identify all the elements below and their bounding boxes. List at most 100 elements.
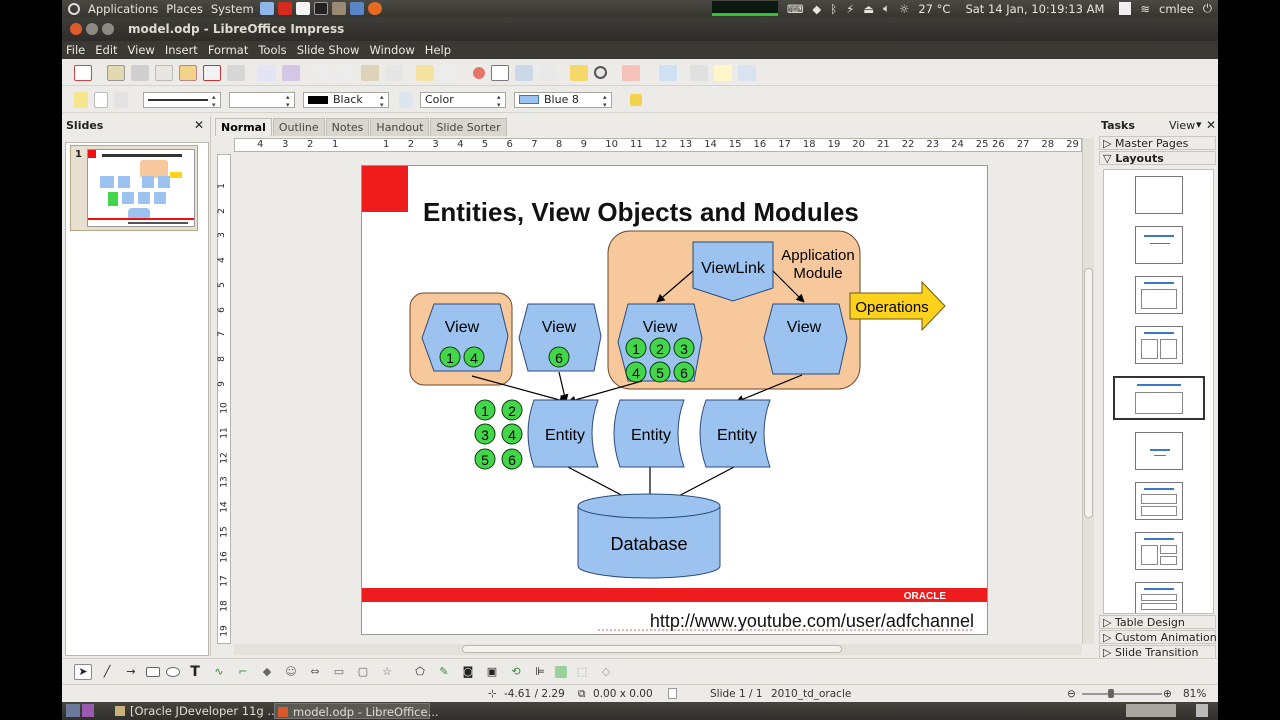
section-custom-animation[interactable]: ▷ Custom Animation [1099, 630, 1217, 644]
symbol-shapes-icon[interactable]: ☺ [282, 664, 300, 680]
operations-label[interactable]: Operations [855, 299, 928, 316]
section-layouts[interactable]: ▽ Layouts [1099, 151, 1216, 165]
entity-3-label[interactable]: Entity [717, 427, 757, 444]
view-4-shape[interactable] [763, 303, 848, 375]
text-tool-icon[interactable]: T [186, 664, 204, 680]
layout-title-content-2[interactable] [1134, 532, 1183, 570]
tab-normal[interactable]: Normal [215, 118, 272, 136]
wifi-icon[interactable]: ≋ [1140, 2, 1150, 16]
arrow-style-icon[interactable] [114, 91, 128, 108]
zoom-in-icon[interactable]: ⊕ [1163, 688, 1172, 700]
terminal-launcher-icon[interactable] [313, 2, 328, 15]
tasks-view-menu[interactable]: View [1169, 119, 1195, 132]
menu-tools[interactable]: Tools [258, 43, 286, 57]
viewlink-label[interactable]: ViewLink [701, 260, 766, 277]
select-pointer-icon[interactable]: ➤ [74, 663, 92, 680]
minimize-window-icon[interactable] [86, 23, 98, 35]
database-label[interactable]: Database [610, 534, 687, 554]
rectangle-tool-icon[interactable] [146, 666, 160, 677]
trash-icon[interactable] [1196, 704, 1208, 717]
show-desktop-icon[interactable] [66, 704, 80, 717]
application-module-label-2[interactable]: Module [793, 265, 842, 282]
section-table-design[interactable]: ▷ Table Design [1099, 615, 1216, 629]
gimp-launcher-icon[interactable] [331, 2, 346, 15]
menu-slide-show[interactable]: Slide Show [297, 43, 360, 57]
copy-icon[interactable] [337, 64, 355, 81]
box-launcher-icon[interactable] [259, 2, 274, 15]
line-width-select[interactable] [229, 91, 295, 109]
view-4-label[interactable]: View [787, 319, 822, 336]
save-icon[interactable] [131, 64, 149, 81]
user-menu[interactable]: cmlee [1159, 2, 1194, 16]
display-views-icon[interactable] [738, 64, 756, 81]
line-color-select[interactable]: Black [303, 91, 389, 109]
workspace-icon[interactable] [82, 704, 94, 717]
line-style-select[interactable] [143, 91, 221, 109]
dropbox-icon[interactable]: ◆ [812, 2, 821, 16]
ubuntu-logo-icon[interactable] [68, 2, 80, 15]
horizontal-scroll-thumb[interactable] [462, 645, 842, 653]
places-menu[interactable]: Places [166, 2, 203, 16]
entity-2-label[interactable]: Entity [631, 427, 671, 444]
area-fill-icon[interactable] [399, 91, 413, 108]
paste-icon[interactable] [361, 64, 379, 81]
area-color-select[interactable]: Blue 8 [514, 91, 612, 109]
zoom-out-icon[interactable]: ⊖ [1067, 688, 1076, 700]
callouts-icon[interactable]: ▢ [354, 664, 372, 680]
spellcheck-icon[interactable] [258, 64, 276, 81]
from-file-icon[interactable]: ▣ [483, 664, 501, 680]
clone-format-icon[interactable] [385, 64, 403, 81]
transformation-icon[interactable]: ◇ [597, 664, 615, 680]
flowchart-icon[interactable]: ▭ [330, 664, 348, 680]
glue-points-icon[interactable]: ✎ [435, 664, 453, 680]
bluetooth-icon[interactable]: ᛒ [830, 2, 837, 16]
layout-title-2-content-over[interactable] [1134, 482, 1183, 520]
basic-shapes-icon[interactable]: ◆ [258, 664, 276, 680]
rotate-icon[interactable]: ⟲ [507, 664, 525, 680]
window-titlebar[interactable]: model.odp - LibreOffice Impress [62, 17, 1218, 41]
slide-thumbnail-1[interactable]: 1 [70, 145, 198, 231]
line-tool-icon[interactable]: ╱ [98, 664, 116, 680]
points-icon[interactable]: ⬠ [411, 664, 429, 680]
undo-icon[interactable] [416, 64, 434, 81]
vertical-ruler[interactable]: 1 2 3 4 5 6 7 8 9 10 11 12 13 14 15 16 17 18 19 [217, 154, 231, 644]
grid-icon[interactable] [539, 64, 557, 81]
menu-help[interactable]: Help [425, 43, 451, 57]
slide-title[interactable]: Entities, View Objects and Modules [423, 197, 859, 227]
view-3-label[interactable]: View [643, 319, 678, 336]
layout-centered-text[interactable] [1134, 432, 1183, 470]
workspace-switcher[interactable] [1126, 704, 1176, 717]
horizontal-ruler[interactable]: 4 3 2 1 1 2 3 4 5 6 7 8 9 10 11 12 13 14 15 16 17 18 19 20 21 22 2… [234, 138, 1082, 152]
tab-handout[interactable]: Handout [370, 118, 430, 136]
view-2-label[interactable]: View [542, 319, 577, 336]
menu-edit[interactable]: Edit [95, 43, 117, 57]
block-arrows-icon[interactable]: ⇔ [306, 664, 324, 680]
zoom-level[interactable]: 81% [1183, 688, 1206, 700]
pdf-launcher-icon[interactable] [277, 2, 292, 15]
zoom-slider[interactable] [1082, 693, 1162, 695]
vertical-scrollbar[interactable] [1082, 138, 1094, 644]
connector-tool-icon[interactable]: ⌐ [234, 664, 252, 680]
curve-tool-icon[interactable]: ∿ [210, 664, 228, 680]
network-icon[interactable]: ⏏ [863, 2, 874, 16]
tab-slide-sorter[interactable]: Slide Sorter [430, 118, 507, 136]
applications-menu[interactable]: Applications [88, 2, 158, 16]
redo-icon[interactable] [440, 64, 458, 81]
navigator-icon[interactable] [570, 64, 588, 81]
modified-indicator[interactable] [668, 688, 677, 699]
new-document-icon[interactable] [74, 64, 92, 81]
footer-url[interactable]: http://www.youtube.com/user/adfchannel [650, 611, 974, 631]
menu-view[interactable]: View [128, 43, 155, 57]
close-slides-pane-icon[interactable]: ✕ [194, 118, 204, 132]
autospell-icon[interactable] [282, 64, 300, 81]
clock-text[interactable]: Sat 14 Jan, 10:19:13 AM [965, 2, 1104, 16]
taskbar-item-jdeveloper[interactable]: [Oracle JDeveloper 11g ... [112, 703, 278, 719]
horizontal-scrollbar[interactable] [234, 644, 1082, 655]
menu-file[interactable]: File [66, 43, 85, 57]
entity-1-label[interactable]: Entity [545, 427, 585, 444]
layout-title-content[interactable] [1134, 276, 1183, 314]
layout-title-two-content[interactable] [1134, 326, 1183, 364]
close-window-icon[interactable] [70, 23, 82, 35]
slide-workspace[interactable]: Entities, View Objects and Modules Appli… [234, 154, 1080, 644]
tab-notes[interactable]: Notes [325, 118, 370, 136]
